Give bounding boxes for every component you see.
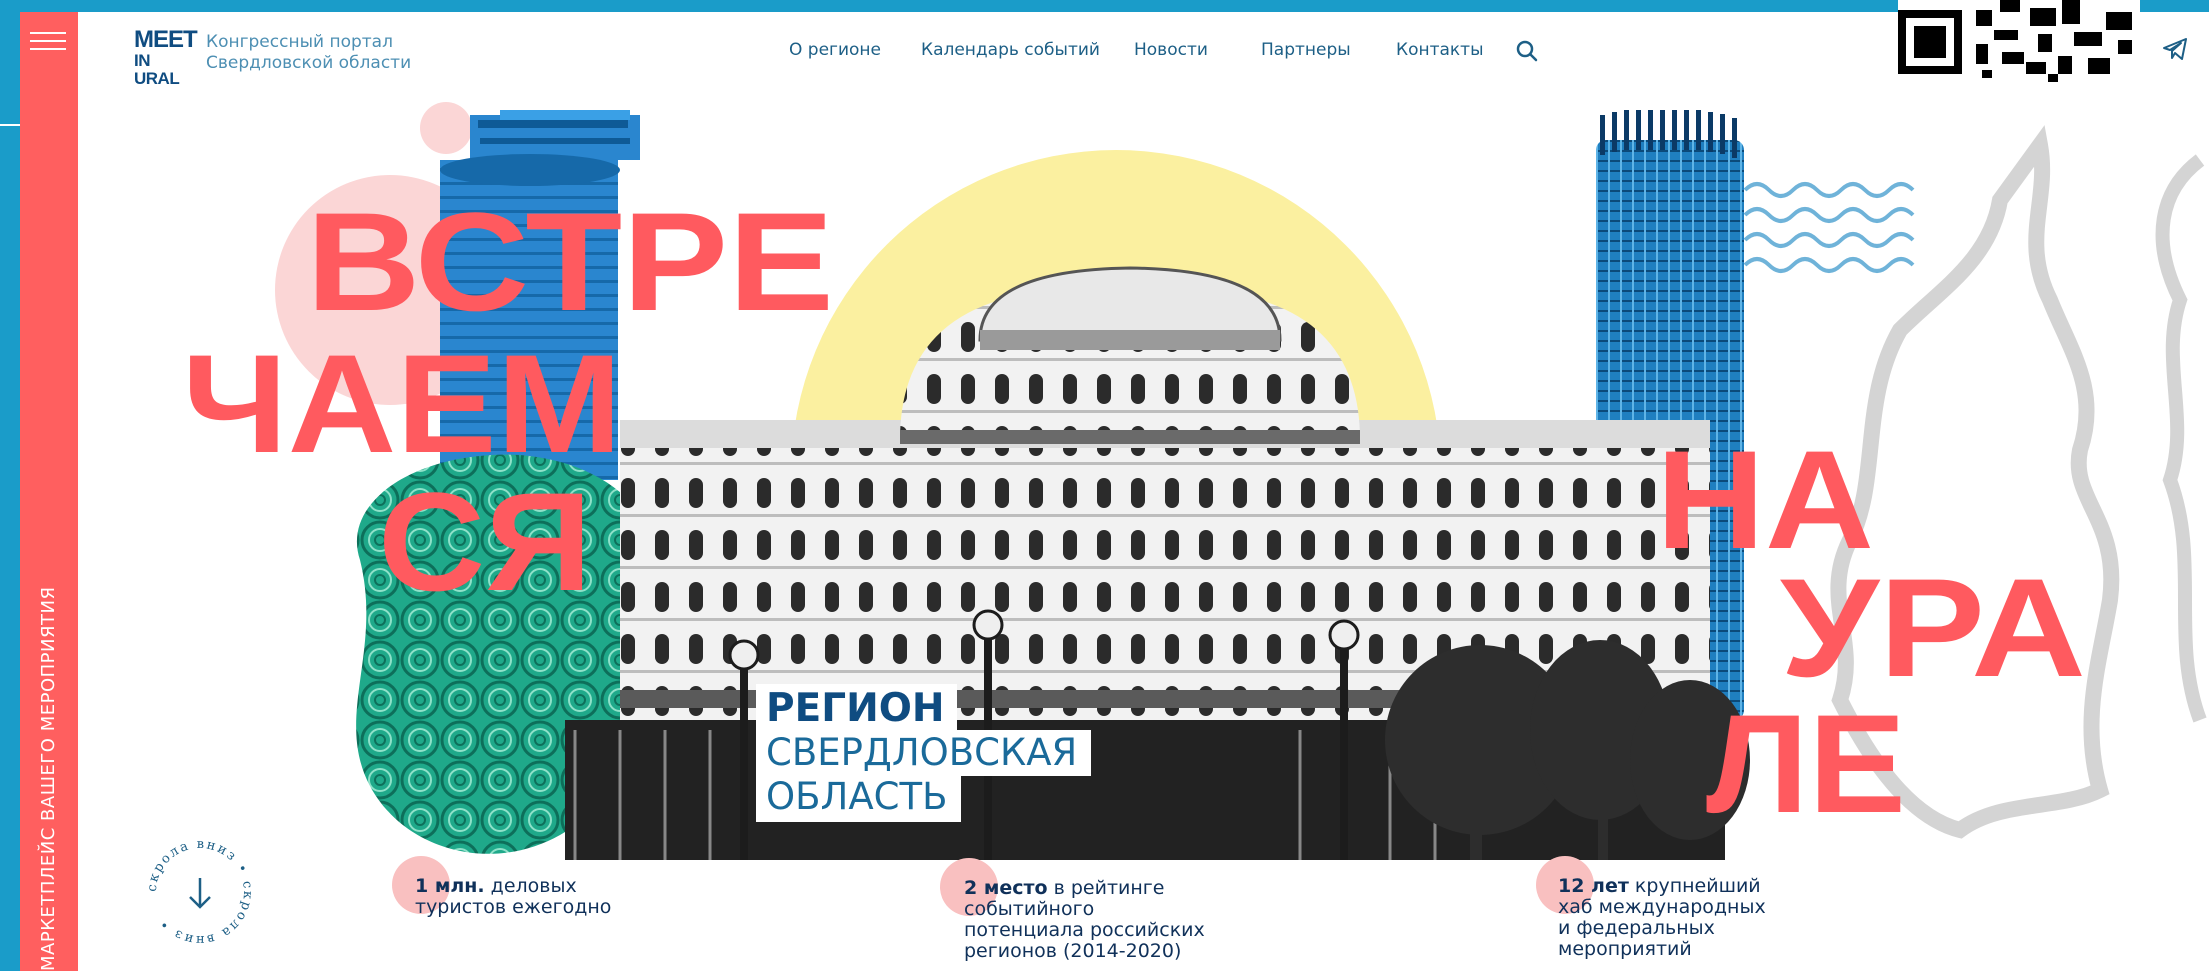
stat-value: 12 лет	[1558, 875, 1629, 897]
telegram-icon[interactable]	[2162, 36, 2188, 62]
logo-line1: MEET	[134, 26, 198, 53]
stat-value: 1 млн.	[415, 875, 485, 897]
stat-text: хаб международных	[1558, 896, 1766, 918]
headline-left-line1: ВСТРЕ	[306, 183, 834, 340]
stat-rating: 2 место в рейтинге событийного потенциал…	[964, 878, 1205, 962]
headline-right-line2: УРА	[1780, 549, 2086, 706]
region-label: РЕГИОН	[756, 684, 957, 732]
headline-left-line2: ЧАЕМ	[182, 325, 622, 482]
hero-artwork: ВСТРЕ ЧАЕМ СЯ НА УРА ЛЕ	[182, 102, 2207, 900]
stat-text: и федеральных	[1558, 917, 1715, 939]
nav-about-region[interactable]: О регионе	[789, 40, 881, 60]
region-name-line2: ОБЛАСТЬ	[756, 774, 962, 822]
nav-events-calendar[interactable]: Календарь событий	[921, 40, 1100, 60]
pink-circle-small	[420, 102, 472, 154]
search-icon[interactable]	[1516, 40, 1538, 62]
stat-text: потенциала российских	[964, 919, 1205, 941]
qr-code	[1898, 0, 2140, 84]
stat-tourists: 1 млн. деловых туристов ежегодно	[415, 876, 611, 918]
scroll-down-button[interactable]: скрола вниз • скрола вниз •	[144, 836, 256, 948]
arrow-down-icon	[189, 878, 211, 909]
nav-news[interactable]: Новости	[1134, 40, 1208, 60]
tagline-line1: Конгрессный портал	[206, 32, 393, 52]
tagline-line2: Свердловской области	[206, 53, 412, 73]
stat-text: регионов (2014-2020)	[964, 940, 1182, 962]
stat-text: деловых	[484, 875, 577, 897]
region-name-line1: СВЕРДЛОВСКАЯ	[756, 730, 1092, 776]
stat-text: в рейтинге	[1047, 877, 1165, 899]
stat-hub: 12 лет крупнейший хаб международных и фе…	[1558, 876, 1766, 960]
nav-partners[interactable]: Партнеры	[1261, 40, 1351, 60]
stat-text: событийного	[964, 898, 1095, 920]
headline-left-line3: СЯ	[378, 463, 592, 620]
stat-value: 2 место	[964, 877, 1048, 899]
logo-line2: IN URAL	[134, 51, 180, 88]
headline-right-line3: ЛЕ	[1706, 685, 1906, 842]
stat-text: мероприятий	[1558, 938, 1692, 960]
decorative-waves	[1743, 182, 1915, 273]
stat-text: туристов ежегодно	[415, 896, 612, 918]
stat-text: крупнейший	[1628, 875, 1761, 897]
site-tagline: Конгрессный портал Свердловской области	[206, 32, 411, 74]
site-logo[interactable]: MEET IN URAL	[134, 26, 198, 88]
nav-contacts[interactable]: Контакты	[1396, 40, 1484, 60]
